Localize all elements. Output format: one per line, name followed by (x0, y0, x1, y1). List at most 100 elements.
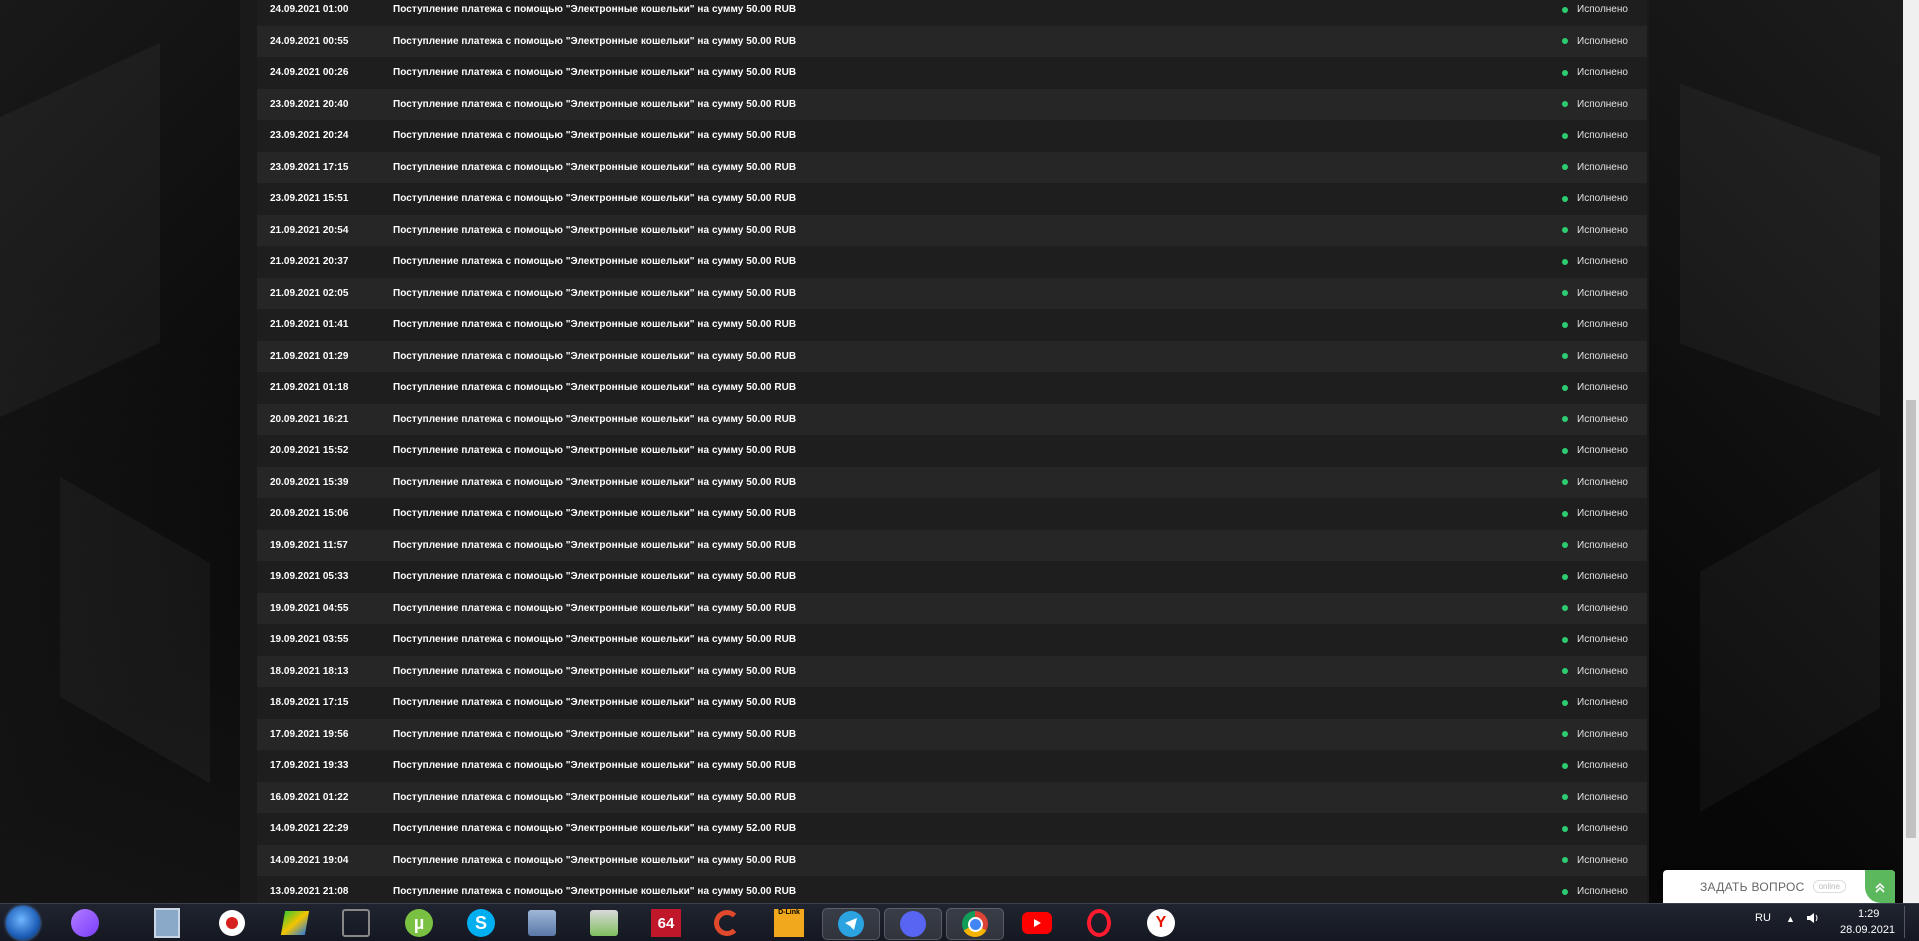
transaction-date: 21.09.2021 01:29 (270, 350, 349, 362)
table-row: 14.09.2021 22:29 Поступление платежа с по… (257, 813, 1647, 845)
ask-question-widget[interactable]: ЗАДАТЬ ВОПРОС online (1663, 870, 1895, 903)
show-desktop-button[interactable] (1904, 906, 1917, 938)
language-indicator[interactable]: RU (1755, 912, 1771, 924)
start-orb-icon[interactable] (6, 906, 40, 940)
clock-date[interactable]: 28.09.2021 (1840, 924, 1895, 936)
transaction-status: Исполнено (1562, 36, 1647, 47)
table-row: 23.09.2021 15:51 Поступление платежа с по… (257, 183, 1647, 215)
transaction-status: Исполнено (1562, 855, 1647, 866)
transaction-date: 21.09.2021 02:05 (270, 287, 349, 299)
status-dot-icon (1562, 353, 1568, 360)
table-row: 21.09.2021 01:41 Поступление платежа с по… (257, 309, 1647, 341)
transaction-date: 21.09.2021 01:18 (270, 382, 349, 394)
alice-assistant-icon[interactable] (70, 908, 100, 938)
status-label: Исполнено (1577, 319, 1628, 331)
table-row: 21.09.2021 20:54 Поступление платежа с по… (257, 214, 1647, 246)
dlink-icon[interactable]: D-Link (774, 908, 804, 938)
table-row: 16.09.2021 01:22 Поступление платежа с по… (257, 781, 1647, 813)
page-scrollbar[interactable] (1903, 0, 1919, 903)
transaction-description: Поступление платежа с помощью "Электронн… (393, 886, 797, 898)
bluestacks-icon[interactable] (280, 908, 310, 938)
background-shard (1680, 83, 1880, 417)
status-label: Исполнено (1577, 665, 1628, 677)
volume-icon[interactable] (1806, 912, 1820, 927)
status-label: Исполнено (1577, 760, 1628, 772)
clock-time[interactable]: 1:29 (1858, 908, 1879, 920)
transaction-status: Исполнено (1562, 477, 1647, 488)
transaction-status: Исполнено (1562, 603, 1647, 614)
archive-app-icon[interactable] (589, 908, 619, 938)
status-dot-icon (1562, 542, 1568, 549)
transaction-status: Исполнено (1562, 760, 1647, 771)
transaction-description: Поступление платежа с помощью "Электронн… (393, 602, 797, 614)
transaction-description: Поступление платежа с помощью "Электронн… (393, 728, 797, 740)
transaction-status: Исполнено (1562, 193, 1647, 204)
security-app-icon[interactable] (527, 908, 557, 938)
transaction-date: 17.09.2021 19:33 (270, 760, 349, 772)
chrome-icon[interactable] (946, 908, 1004, 940)
transaction-status: Исполнено (1562, 697, 1647, 708)
transaction-status: Исполнено (1562, 382, 1647, 393)
screen-recorder-icon[interactable] (217, 908, 247, 938)
scrollbar-thumb[interactable] (1906, 400, 1916, 838)
transaction-description: Поступление платежа с помощью "Электронн… (393, 539, 797, 551)
background-shard (0, 42, 160, 418)
transaction-date: 18.09.2021 17:15 (270, 697, 349, 709)
table-row: 21.09.2021 20:37 Поступление платежа с по… (257, 246, 1647, 278)
status-dot-icon (1562, 290, 1568, 297)
status-dot-icon (1562, 794, 1568, 801)
table-row: 23.09.2021 20:40 Поступление платежа с по… (257, 88, 1647, 120)
status-dot-icon (1562, 731, 1568, 738)
ask-question-label: ЗАДАТЬ ВОПРОС (1700, 879, 1805, 894)
utorrent-icon[interactable]: µ (404, 908, 434, 938)
status-dot-icon (1562, 825, 1568, 832)
status-label: Исполнено (1577, 539, 1628, 551)
table-row: 24.09.2021 00:26 Поступление платежа с по… (257, 57, 1647, 89)
online-badge: online (1812, 880, 1846, 893)
status-label: Исполнено (1577, 602, 1628, 614)
yandex-browser-icon[interactable]: Y (1146, 908, 1176, 938)
ccleaner-icon[interactable] (712, 908, 742, 938)
transaction-date: 14.09.2021 19:04 (270, 854, 349, 866)
aida64-icon[interactable]: 64 (651, 908, 681, 938)
status-label: Исполнено (1577, 886, 1628, 898)
transaction-date: 16.09.2021 01:22 (270, 791, 349, 803)
transaction-description: Поступление платежа с помощью "Электронн… (393, 508, 797, 520)
status-dot-icon (1562, 573, 1568, 580)
table-row: 17.09.2021 19:56 Поступление платежа с по… (257, 718, 1647, 750)
transaction-date: 13.09.2021 21:08 (270, 886, 349, 898)
double-chevron-up-icon[interactable] (1865, 870, 1895, 903)
tray-expand-icon[interactable]: ▲ (1786, 914, 1795, 924)
table-row: 21.09.2021 01:29 Поступление платежа с по… (257, 340, 1647, 372)
gaming-app-icon[interactable] (341, 908, 371, 938)
transaction-date: 20.09.2021 15:39 (270, 476, 349, 488)
status-dot-icon (1562, 762, 1568, 769)
transaction-date: 23.09.2021 15:51 (270, 193, 349, 205)
transaction-description: Поступление платежа с помощью "Электронн… (393, 130, 797, 142)
table-row: 20.09.2021 16:21 Поступление платежа с по… (257, 403, 1647, 435)
youtube-icon[interactable] (1022, 908, 1052, 938)
status-dot-icon (1562, 384, 1568, 391)
transaction-date: 23.09.2021 20:24 (270, 130, 349, 142)
status-dot-icon (1562, 69, 1568, 76)
telegram-icon[interactable] (822, 908, 880, 940)
transaction-description: Поступление платежа с помощью "Электронн… (393, 224, 797, 236)
taskbar: µ S 64 D-Link Y RU ▲ 1:29 28.09.2021 (0, 903, 1919, 941)
status-dot-icon (1562, 447, 1568, 454)
status-dot-icon (1562, 605, 1568, 612)
table-row: 21.09.2021 01:18 Поступление платежа с по… (257, 372, 1647, 404)
table-row: 24.09.2021 01:00 Поступление платежа с по… (257, 0, 1647, 26)
transaction-description: Поступление платежа с помощью "Электронн… (393, 854, 797, 866)
discord-icon[interactable] (884, 908, 942, 940)
transaction-status: Исполнено (1562, 67, 1647, 78)
transaction-date: 19.09.2021 11:57 (270, 539, 348, 551)
skype-icon[interactable]: S (466, 908, 496, 938)
file-manager-icon[interactable] (152, 908, 182, 938)
transaction-status: Исполнено (1562, 540, 1647, 551)
table-row: 17.09.2021 19:33 Поступление платежа с по… (257, 750, 1647, 782)
status-dot-icon (1562, 479, 1568, 486)
transaction-date: 24.09.2021 00:55 (270, 35, 349, 47)
opera-icon[interactable] (1084, 908, 1114, 938)
status-label: Исполнено (1577, 445, 1628, 457)
status-label: Исполнено (1577, 634, 1628, 646)
